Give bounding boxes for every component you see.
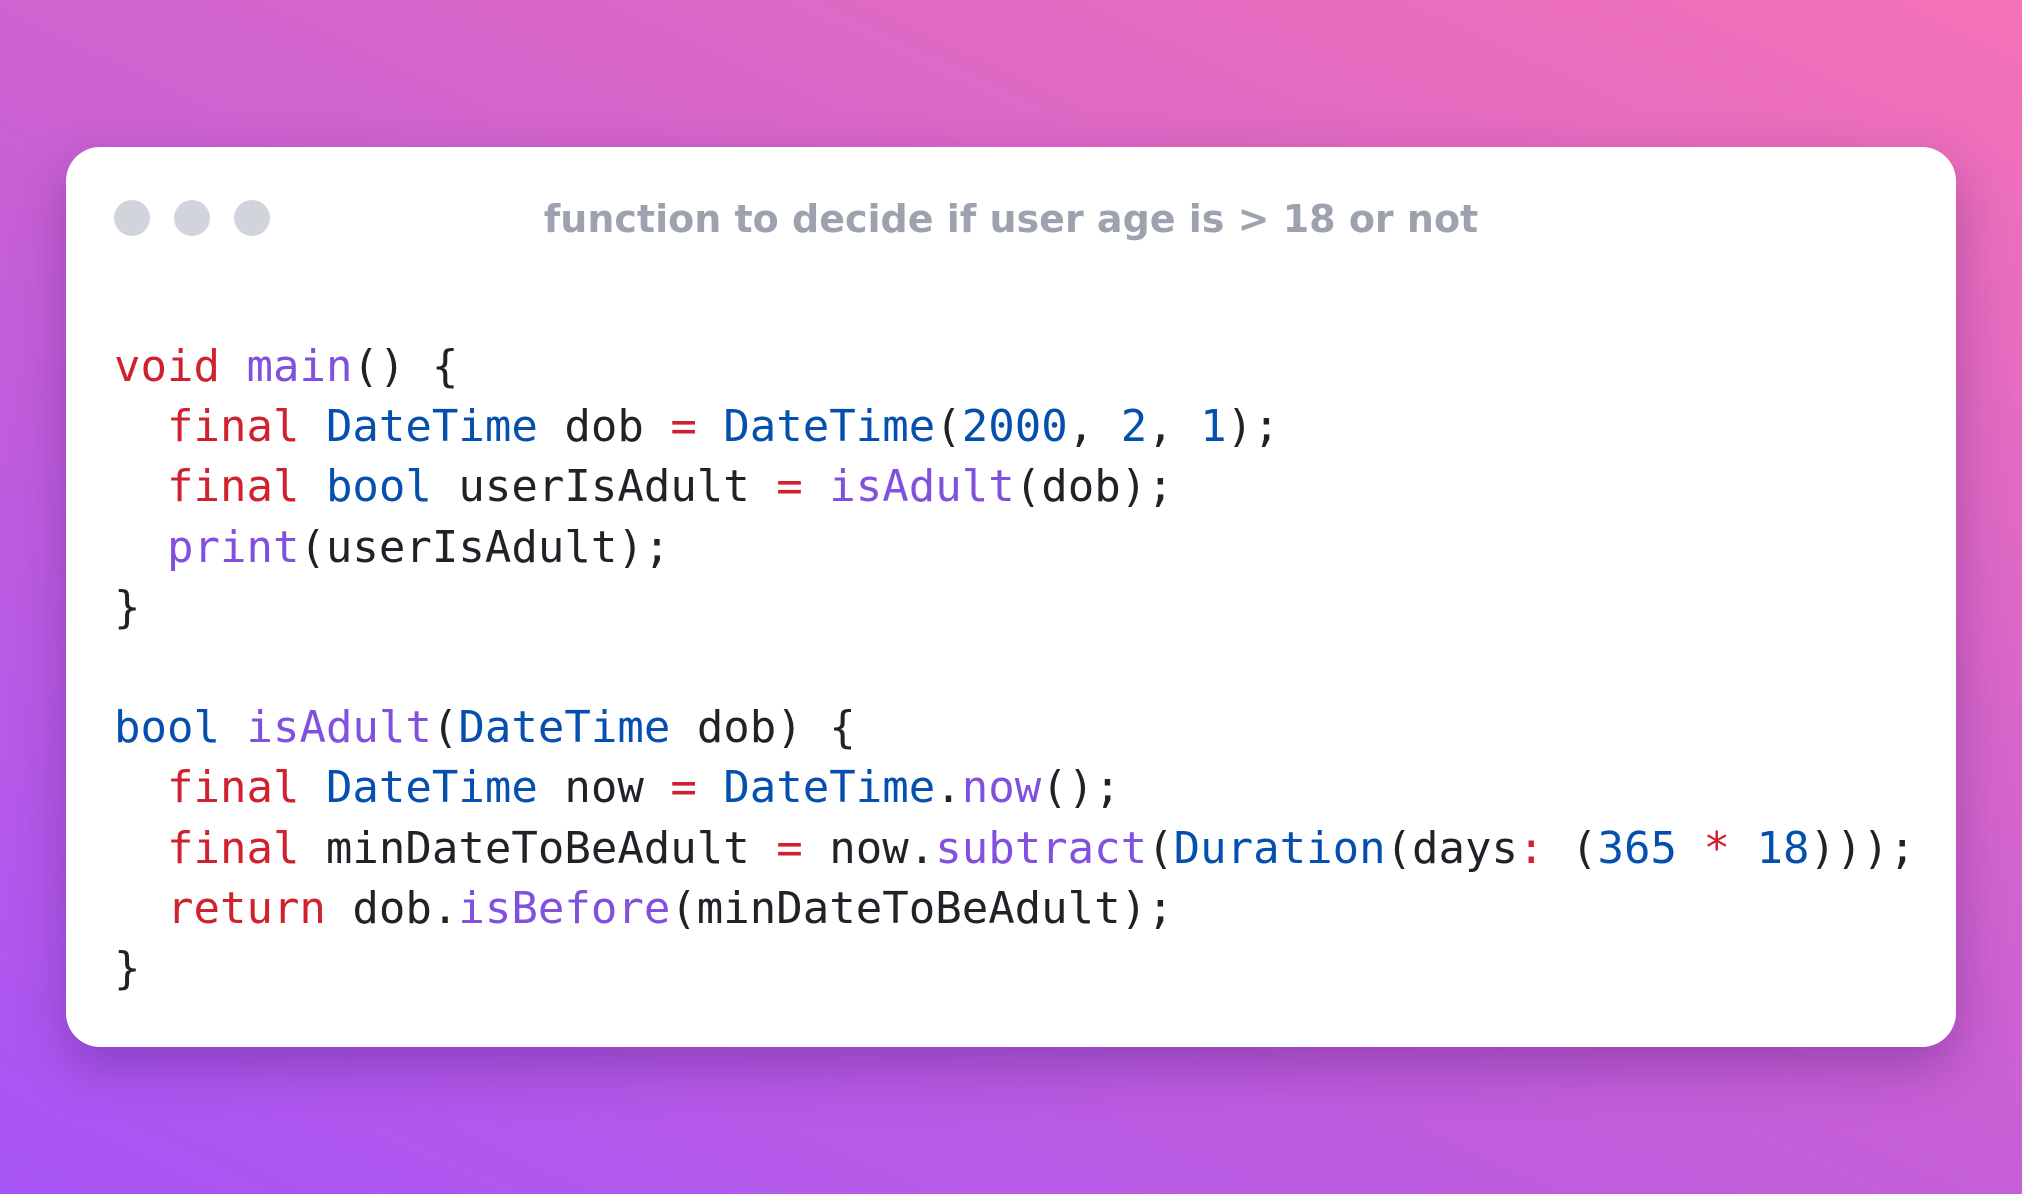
keyword-token: return bbox=[166, 882, 326, 934]
type-token: DateTime bbox=[723, 401, 936, 453]
operator-token: = bbox=[776, 461, 803, 513]
plain-token: dob) { bbox=[670, 702, 856, 754]
keyword-token: final bbox=[166, 822, 300, 874]
keyword-token: final bbox=[166, 762, 300, 814]
code-line: final DateTime dob = DateTime(2000, 2, 1… bbox=[114, 397, 1915, 457]
code-line: final DateTime now = DateTime.now(); bbox=[114, 758, 1915, 818]
function-token: isAdult bbox=[829, 461, 1015, 513]
plain-token: } bbox=[114, 942, 141, 994]
code-line: void main() { bbox=[114, 337, 1915, 397]
function-token: subtract bbox=[935, 822, 1148, 874]
page-background: { "window": { "title": "function to deci… bbox=[0, 0, 2022, 1194]
operator-token: : bbox=[1518, 822, 1545, 874]
plain-token: (dob); bbox=[1014, 461, 1174, 513]
plain-token: ( bbox=[935, 401, 962, 453]
number-token: 2 bbox=[1120, 401, 1148, 453]
code-line: ​ bbox=[114, 638, 1915, 698]
type-token: DateTime bbox=[458, 702, 671, 754]
plain-token: ); bbox=[1226, 401, 1280, 453]
plain-token: , bbox=[1147, 401, 1201, 453]
plain-token: dob. bbox=[325, 882, 459, 934]
plain-token: minDateToBeAdult bbox=[299, 822, 777, 874]
type-token: bool bbox=[114, 702, 220, 754]
plain-token: now. bbox=[802, 822, 936, 874]
operator-token: * bbox=[1703, 822, 1730, 874]
code-line: } bbox=[114, 578, 1915, 638]
number-token: 2000 bbox=[961, 401, 1068, 453]
plain-token: userIsAdult bbox=[431, 461, 777, 513]
keyword-token: final bbox=[166, 461, 300, 513]
operator-token: = bbox=[670, 762, 697, 814]
code-line: return dob.isBefore(minDateToBeAdult); bbox=[114, 879, 1915, 939]
type-token: Duration bbox=[1173, 822, 1386, 874]
plain-token: (minDateToBeAdult); bbox=[670, 882, 1174, 934]
code-line: } bbox=[114, 939, 1915, 999]
code-line: bool isAdult(DateTime dob) { bbox=[114, 698, 1915, 758]
plain-token: ( bbox=[1147, 822, 1174, 874]
function-token: now bbox=[961, 762, 1042, 814]
keyword-token: final bbox=[166, 401, 300, 453]
plain-token: , bbox=[1067, 401, 1121, 453]
keyword-token: void bbox=[114, 341, 220, 392]
code-line: final minDateToBeAdult = now.subtract(Du… bbox=[114, 819, 1915, 879]
plain-token: ))); bbox=[1809, 822, 1916, 874]
number-token: 365 bbox=[1597, 822, 1677, 874]
code-line: print(userIsAdult); bbox=[114, 518, 1915, 578]
type-token: bool bbox=[325, 461, 432, 513]
type-token: DateTime bbox=[325, 762, 538, 814]
plain-token: dob bbox=[537, 401, 671, 453]
function-token: print bbox=[166, 521, 300, 573]
function-token: isAdult bbox=[246, 702, 432, 754]
plain-token: now bbox=[537, 762, 671, 814]
function-token: main bbox=[246, 341, 353, 392]
operator-token: = bbox=[776, 822, 803, 874]
code-line: final bool userIsAdult = isAdult(dob); bbox=[114, 457, 1915, 517]
plain-token: (userIsAdult); bbox=[299, 521, 671, 573]
plain-token: (); bbox=[1041, 762, 1121, 814]
number-token: 18 bbox=[1756, 822, 1810, 874]
plain-token: () { bbox=[352, 341, 459, 392]
operator-token: = bbox=[670, 401, 697, 453]
number-token: 1 bbox=[1200, 401, 1227, 453]
window-titlebar: function to decide if user age is > 18 o… bbox=[66, 147, 1956, 297]
plain-token: ( bbox=[431, 702, 459, 754]
window-title: function to decide if user age is > 18 o… bbox=[543, 197, 1479, 241]
plain-token: (days bbox=[1385, 822, 1519, 874]
type-token: DateTime bbox=[723, 762, 936, 814]
function-token: isBefore bbox=[458, 882, 671, 934]
plain-token: } bbox=[114, 581, 141, 633]
plain-token: ( bbox=[1544, 822, 1598, 874]
plain-token: . bbox=[935, 762, 962, 814]
code-window: function to decide if user age is > 18 o… bbox=[66, 147, 1956, 1047]
code-block: void main() { final DateTime dob = DateT… bbox=[114, 337, 1915, 999]
type-token: DateTime bbox=[325, 401, 538, 453]
